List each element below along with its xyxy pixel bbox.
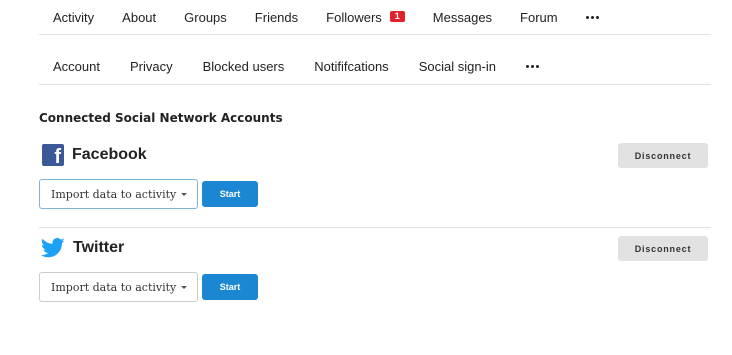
- nav-item-about[interactable]: About: [108, 1, 170, 34]
- twitter-account: Twitter Disconnect Import data to activi…: [39, 233, 711, 302]
- nav-item-label: Followers: [326, 9, 382, 25]
- facebook-account: f Facebook Disconnect Import data to act…: [39, 140, 711, 209]
- primary-nav: Activity About Groups Friends Followers 1…: [39, 0, 711, 35]
- disconnect-twitter-button[interactable]: Disconnect: [618, 236, 708, 261]
- select-value: Import data to activity: [51, 187, 177, 201]
- nav-item-label: About: [122, 9, 157, 25]
- nav-item-label: Friends: [254, 9, 299, 25]
- disconnect-facebook-button[interactable]: Disconnect: [618, 143, 708, 168]
- nav-item-followers[interactable]: Followers 1: [312, 1, 419, 34]
- nav-item-label: Forum: [520, 9, 558, 25]
- twitter-icon: [41, 238, 65, 258]
- import-data-select[interactable]: Import data to activity: [39, 179, 198, 209]
- facebook-icon: f: [42, 144, 64, 167]
- settings-subnav: Account Privacy Blocked users Notififcat…: [39, 49, 711, 85]
- ellipsis-icon: [526, 65, 540, 68]
- subnav-more-button[interactable]: [511, 49, 554, 85]
- subnav-item-label: Blocked users: [202, 59, 285, 74]
- nav-item-label: Activity: [53, 9, 95, 25]
- nav-item-groups[interactable]: Groups: [170, 1, 241, 34]
- nav-more-button[interactable]: [572, 1, 613, 34]
- subnav-item-label: Notififcations: [314, 59, 389, 74]
- nav-item-friends[interactable]: Friends: [241, 1, 312, 34]
- network-name: Twitter: [73, 239, 125, 256]
- section-title: Connected Social Network Accounts: [39, 111, 283, 125]
- network-name: Facebook: [72, 146, 147, 163]
- subnav-item-account[interactable]: Account: [39, 49, 115, 85]
- subnav-item-privacy[interactable]: Privacy: [115, 49, 188, 85]
- start-twitter-button[interactable]: Start: [202, 274, 258, 300]
- select-value: Import data to activity: [51, 280, 177, 294]
- caret-down-icon: [181, 193, 187, 196]
- subnav-item-social-sign-in[interactable]: Social sign-in: [404, 49, 511, 85]
- subnav-item-label: Social sign-in: [418, 59, 497, 74]
- ellipsis-icon: [585, 15, 599, 19]
- caret-down-icon: [181, 286, 187, 289]
- nav-item-label: Groups: [184, 9, 227, 25]
- divider: [39, 227, 711, 228]
- nav-item-messages[interactable]: Messages: [419, 1, 506, 34]
- followers-count-badge: 1: [389, 10, 405, 22]
- import-data-select[interactable]: Import data to activity: [39, 272, 198, 302]
- nav-item-forum[interactable]: Forum: [506, 1, 572, 34]
- start-facebook-button[interactable]: Start: [202, 181, 258, 207]
- nav-item-activity[interactable]: Activity: [39, 1, 108, 34]
- nav-item-label: Messages: [432, 9, 493, 25]
- subnav-item-label: Privacy: [129, 59, 173, 74]
- subnav-item-label: Account: [53, 59, 100, 74]
- subnav-item-notifications[interactable]: Notififcations: [299, 49, 403, 85]
- subnav-item-blocked-users[interactable]: Blocked users: [188, 49, 300, 85]
